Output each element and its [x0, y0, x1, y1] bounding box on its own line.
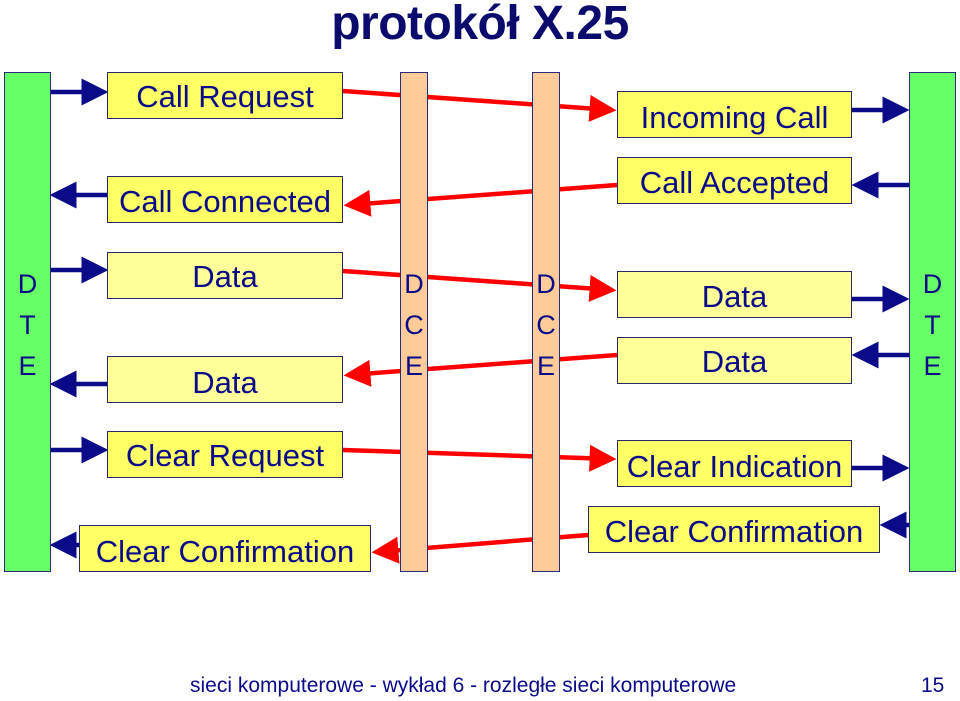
left-dte-letter: E	[18, 351, 37, 381]
right-dte-letter: T	[924, 310, 941, 340]
packet-call-request: Call Request	[107, 72, 343, 119]
arrow-data-out-network	[342, 268, 617, 302]
packet-data-in: Data	[107, 356, 343, 403]
left-dte-letter: D	[17, 269, 38, 299]
right-dte-letter: E	[923, 351, 942, 381]
packet-call-connected: Call Connected	[107, 176, 343, 223]
left-dce-bar: D C E	[400, 72, 428, 572]
left-dce-letter: D	[404, 269, 424, 299]
right-dce-letter: D	[536, 269, 556, 299]
right-dce-letter: C	[536, 310, 556, 340]
packet-data-out: Data	[107, 252, 343, 299]
right-dce-bar: D C E	[532, 72, 560, 572]
arrow-data-in-network	[343, 352, 618, 387]
packet-incoming-call: Incoming Call	[617, 91, 852, 138]
arrow-clear-request-network	[342, 444, 617, 472]
page-number: 15	[921, 674, 945, 697]
packet-data-in-right: Data	[617, 271, 852, 318]
packet-data-out-right: Data	[617, 337, 852, 384]
left-dte-letter: T	[19, 310, 36, 340]
right-dte-letter: D	[922, 269, 943, 299]
packet-clear-confirmation-left: Clear Confirmation	[79, 525, 371, 572]
arrow-call-accepted-network	[343, 182, 618, 217]
packet-clear-indication: Clear Indication	[617, 440, 852, 487]
arrow-call-request-network	[342, 88, 617, 122]
right-dce-letter: E	[536, 351, 555, 381]
right-dte-bar: D T E	[909, 72, 956, 572]
left-dte-bar: D T E	[4, 72, 51, 572]
left-dce-letter: E	[404, 351, 423, 381]
slide-title: protokół X.25	[331, 0, 629, 50]
left-dce-letter: C	[404, 310, 424, 340]
packet-clear-request: Clear Request	[107, 431, 343, 478]
packet-call-accepted: Call Accepted	[617, 157, 852, 204]
packet-clear-confirmation-right: Clear Confirmation	[588, 506, 880, 553]
footer-text: sieci komputerowe - wykład 6 - rozległe …	[190, 674, 737, 697]
